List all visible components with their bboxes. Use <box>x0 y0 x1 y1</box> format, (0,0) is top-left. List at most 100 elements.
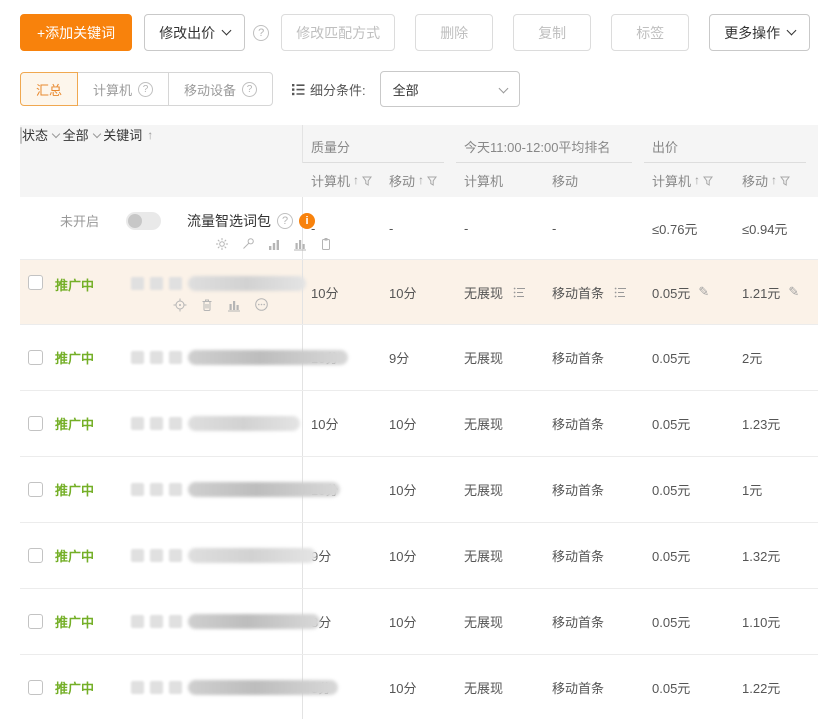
help-icon[interactable]: ? <box>253 25 269 41</box>
criteria-label: 细分条件: <box>291 80 366 99</box>
rank-computer-value: 无展现 <box>456 523 544 588</box>
quality-mobile-col: 移动 ↑ <box>381 163 456 197</box>
quality-mobile-value: 10分 <box>381 457 456 522</box>
header-left: 状态 全部 关键词 ↑ <box>20 125 303 163</box>
filter-row: 汇总 计算机 ? 移动设备 ? 细分条件: 全部 <box>20 71 818 107</box>
quality-group-header: 质量分 <box>303 125 456 163</box>
filter-funnel-icon[interactable] <box>427 176 437 186</box>
rank-group-header: 今天11:00-12:00平均排名 <box>456 125 644 163</box>
quality-mobile-value: 9分 <box>381 325 456 390</box>
chevron-down-icon <box>222 26 232 36</box>
rank-computer-value: 无展现 <box>456 391 544 456</box>
tag-button[interactable]: 标签 <box>611 14 689 51</box>
target-icon[interactable] <box>173 298 187 312</box>
edit-pencil-icon[interactable]: ✎ <box>788 284 799 300</box>
status-all-label: 全部 <box>63 125 89 144</box>
quality-mobile-value: 10分 <box>381 260 456 324</box>
quality-group-title: 质量分 <box>303 137 444 163</box>
bid-group-title: 出价 <box>644 137 806 163</box>
smart-row-left: 未开启 流量智选词包 ? i <box>20 197 303 259</box>
sort-up-icon[interactable]: ↑ <box>694 173 700 187</box>
more-actions-label: 更多操作 <box>724 23 780 43</box>
toolbar: +添加关键词 修改出价 ? 修改匹配方式 删除 复制 标签 更多操作 <box>20 14 818 51</box>
help-icon[interactable]: ? <box>277 213 293 229</box>
row-checkbox[interactable] <box>28 482 43 497</box>
redacted-keyword <box>131 275 306 292</box>
sort-up-icon[interactable]: ↑ <box>147 128 153 142</box>
sort-up-icon[interactable]: ↑ <box>353 173 359 187</box>
smart-pack-name: 流量智选词包 <box>187 211 271 231</box>
filter-funnel-icon[interactable] <box>703 176 713 186</box>
redacted-keyword <box>131 547 316 564</box>
row-checkbox[interactable] <box>28 416 43 431</box>
row-checkbox[interactable] <box>28 680 43 695</box>
rank-computer-value: 无展现 <box>456 260 544 324</box>
status-badge: 推广中 <box>55 348 113 367</box>
tab-summary[interactable]: 汇总 <box>20 72 78 106</box>
help-icon[interactable]: ? <box>242 82 257 97</box>
more-options-icon[interactable] <box>254 297 269 312</box>
list-icon <box>291 82 305 96</box>
add-keyword-button[interactable]: +添加关键词 <box>20 14 132 51</box>
table-row: 推广中 8分 10分 无展现 移动首条 0.05元 1.22元 <box>20 655 818 719</box>
rank-mobile-value: 移动首条 <box>544 391 644 456</box>
keyword-header-label: 关键词 <box>103 125 142 144</box>
status-badge: 推广中 <box>55 480 113 499</box>
bid-computer-value: 0.05元 <box>644 457 734 522</box>
enable-toggle[interactable] <box>126 212 161 230</box>
more-actions-button[interactable]: 更多操作 <box>709 14 810 51</box>
sort-up-icon[interactable]: ↑ <box>771 173 777 187</box>
row-checkbox[interactable] <box>28 350 43 365</box>
status-filter[interactable]: 状态 <box>22 125 59 144</box>
criteria-label-text: 细分条件: <box>310 80 366 99</box>
rank-mobile-value: 移动首条 <box>544 655 644 719</box>
quality-mobile-value: - <box>381 197 456 259</box>
smart-word-pack-row: 未开启 流量智选词包 ? i <box>20 197 818 260</box>
modify-bid-button[interactable]: 修改出价 <box>144 14 245 51</box>
criteria-select[interactable]: 全部 <box>380 71 520 107</box>
rank-computer-value: 无展现 <box>456 457 544 522</box>
rank-list-icon[interactable] <box>513 286 526 299</box>
row-left: 推广中 <box>20 655 303 719</box>
bid-mobile-value: 1.10元 <box>734 589 818 654</box>
rank-list-icon[interactable] <box>614 286 627 299</box>
modify-match-button[interactable]: 修改匹配方式 <box>281 14 395 51</box>
tab-mobile[interactable]: 移动设备 ? <box>168 72 273 106</box>
bid-mobile-value: ≤0.94元 <box>734 197 818 259</box>
keyword-table: 状态 全部 关键词 ↑ 质量分 今天11:00-12:00平均排名 出价 <box>20 125 818 719</box>
filter-funnel-icon[interactable] <box>362 176 372 186</box>
table-row: 推广中 <box>20 260 818 325</box>
table-row: 推广中 8分 10分 无展现 移动首条 0.05元 1.10元 <box>20 589 818 655</box>
edit-pencil-icon[interactable]: ✎ <box>698 284 709 300</box>
settings-gear-icon[interactable] <box>215 237 229 251</box>
bid-mobile-value: 1.32元 <box>734 523 818 588</box>
help-icon[interactable]: ? <box>138 82 153 97</box>
sort-up-icon[interactable]: ↑ <box>418 173 424 187</box>
rank-mobile-value: 移动首条 <box>544 325 644 390</box>
row-checkbox[interactable] <box>28 548 43 563</box>
copy-button[interactable]: 复制 <box>513 14 591 51</box>
tab-computer[interactable]: 计算机 ? <box>77 72 169 106</box>
bid-mobile-value: 1.23元 <box>734 391 818 456</box>
quality-computer-value: 10分 <box>303 391 381 456</box>
trash-icon[interactable] <box>200 298 214 312</box>
row-left: 推广中 <box>20 325 303 390</box>
wrench-icon[interactable] <box>241 237 255 251</box>
filter-funnel-icon[interactable] <box>780 176 790 186</box>
status-badge: 推广中 <box>55 275 113 294</box>
rank-mobile-label: 移动 <box>552 171 578 190</box>
rank-computer-label: 计算机 <box>464 171 503 190</box>
bid-computer-label: 计算机 <box>652 171 691 190</box>
bid-computer-value: 0.05元 <box>644 589 734 654</box>
status-all-filter[interactable]: 全部 <box>63 125 100 144</box>
trend-signal-icon[interactable] <box>267 237 281 251</box>
delete-button[interactable]: 删除 <box>415 14 493 51</box>
row-checkbox[interactable] <box>28 275 43 290</box>
keyword-sort[interactable]: 关键词 ↑ <box>103 125 153 144</box>
quality-mobile-value: 10分 <box>381 523 456 588</box>
row-checkbox[interactable] <box>28 614 43 629</box>
chevron-down-icon <box>52 129 60 137</box>
bar-chart-icon[interactable] <box>227 298 241 312</box>
quality-computer-value: - <box>303 197 381 259</box>
quality-mobile-value: 10分 <box>381 391 456 456</box>
